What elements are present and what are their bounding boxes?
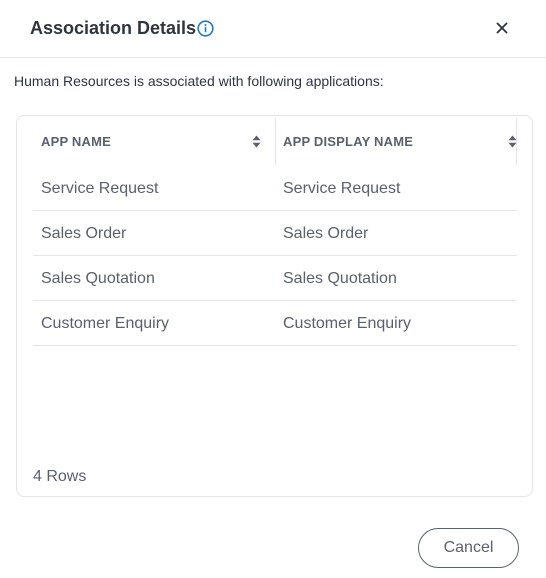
column-header-app-name[interactable]: APP NAME: [41, 117, 275, 165]
cell-app-name: Service Request: [41, 179, 159, 197]
cell-app-display-name: Service Request: [283, 179, 401, 197]
column-header-app-display-name[interactable]: APP DISPLAY NAME: [283, 117, 517, 165]
cancel-button[interactable]: Cancel: [418, 528, 519, 568]
cell-app-name: Customer Enquiry: [41, 314, 170, 332]
column-resize-handle[interactable]: [516, 118, 517, 165]
table-row[interactable]: Customer Enquiry Customer Enquiry: [33, 301, 517, 346]
cell-app-display-name: Sales Quotation: [283, 269, 397, 287]
dialog-header: Association Details: [0, 0, 546, 58]
column-header-label: APP DISPLAY NAME: [283, 133, 414, 149]
row-count: 4 Rows: [33, 468, 87, 485]
association-description: Human Resources is associated with follo…: [14, 73, 384, 89]
dialog-title: Association Details: [30, 18, 197, 38]
info-icon[interactable]: [197, 20, 214, 37]
close-icon: [496, 22, 508, 34]
cell-app-name: Sales Quotation: [41, 269, 155, 287]
column-header-label: APP NAME: [41, 133, 111, 149]
association-details-dialog: Association Details Human Resources is a…: [0, 0, 546, 578]
table-header: APP NAME APP DISPLAY NAME: [33, 117, 517, 165]
table-row[interactable]: Sales Order Sales Order: [33, 211, 517, 256]
cell-app-name: Sales Order: [41, 224, 127, 242]
table-body: Service Request Service Request Sales Or…: [33, 166, 517, 346]
applications-table: APP NAME APP DISPLAY NAME Service Reques…: [16, 115, 533, 497]
table-row[interactable]: Service Request Service Request: [33, 166, 517, 211]
close-button[interactable]: [492, 18, 512, 38]
column-resize-handle[interactable]: [275, 118, 276, 165]
cell-app-display-name: Sales Order: [283, 224, 369, 242]
sort-icon[interactable]: [252, 135, 261, 148]
table-row[interactable]: Sales Quotation Sales Quotation: [33, 256, 517, 301]
cell-app-display-name: Customer Enquiry: [283, 314, 412, 332]
